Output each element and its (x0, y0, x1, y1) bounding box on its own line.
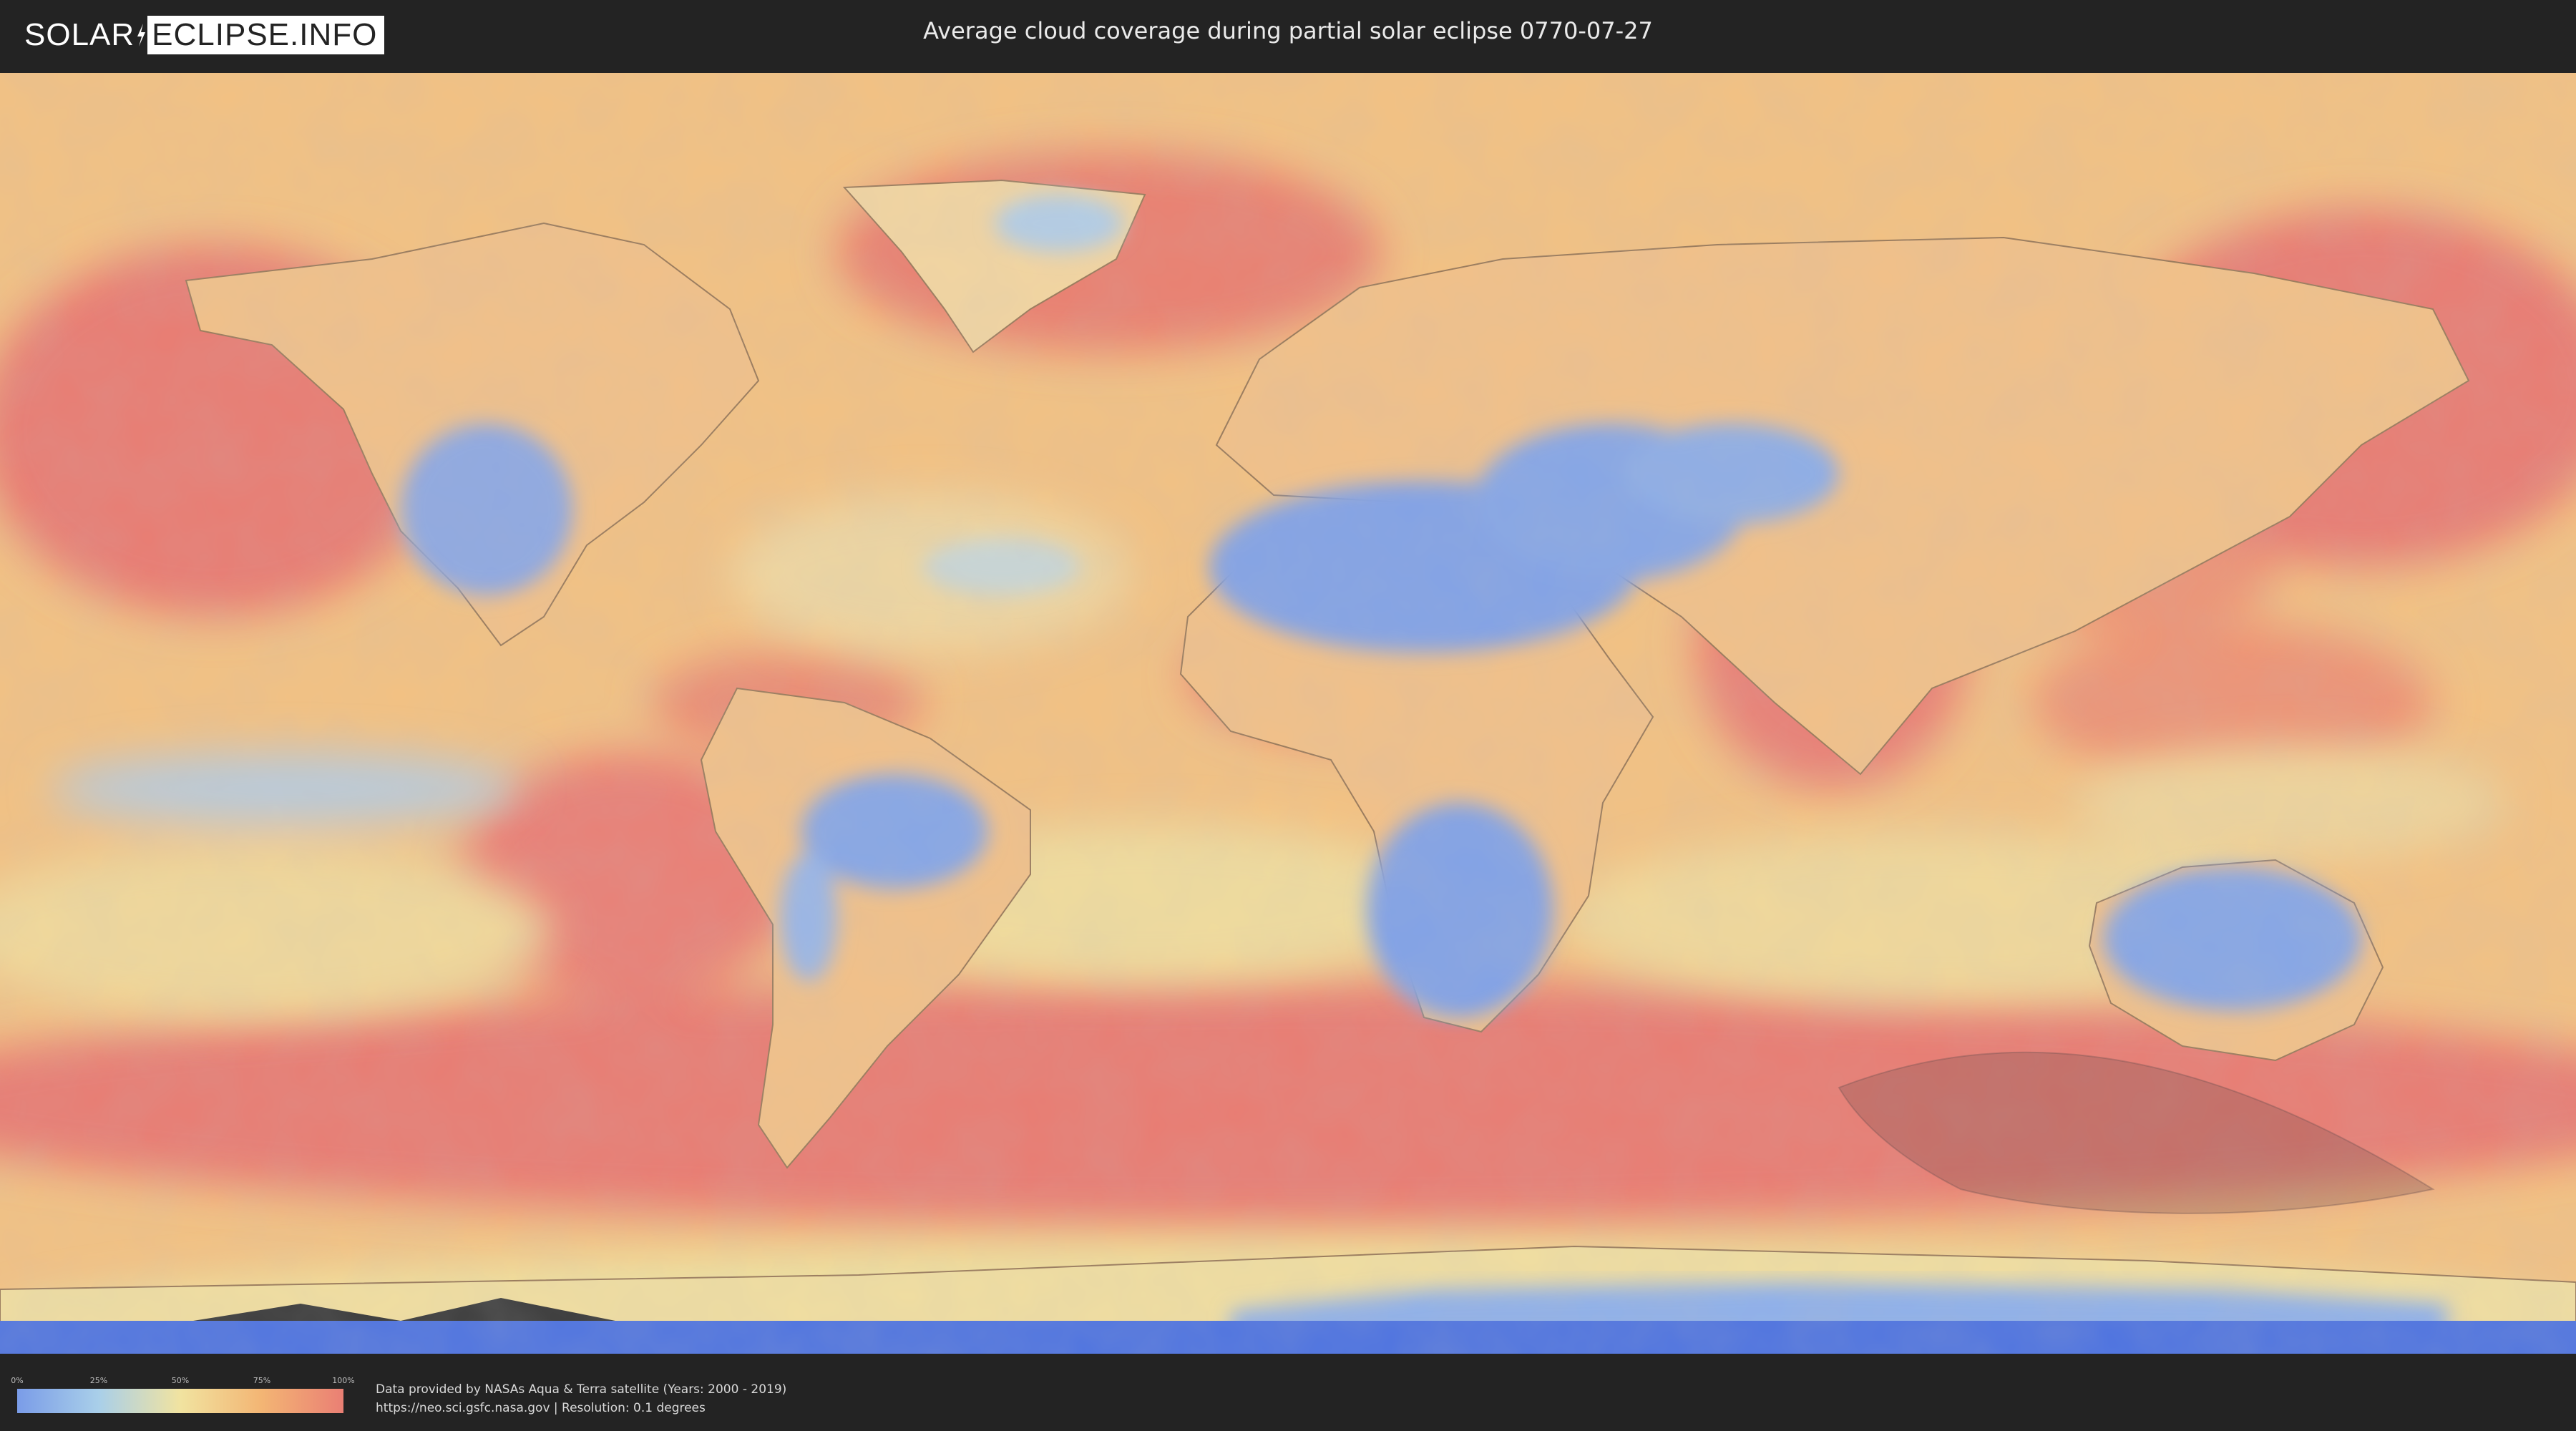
page-title: Average cloud coverage during partial so… (923, 17, 1653, 44)
legend-ticks: 0% 25% 50% 75% 100% (11, 1376, 354, 1389)
color-legend: 0% 25% 50% 75% 100% (11, 1376, 355, 1413)
legend-tick: 50% (171, 1376, 190, 1385)
cloud-coverage-map[interactable] (0, 73, 2576, 1354)
footer-bar: 0% 25% 50% 75% 100% Data provided by NAS… (0, 1356, 2576, 1431)
legend-tick: 100% (332, 1376, 355, 1385)
world-map-svg (0, 73, 2576, 1354)
credit-url-resolution: https://neo.sci.gsfc.nasa.gov | Resoluti… (376, 1401, 706, 1415)
legend-tick: 0% (11, 1376, 24, 1385)
data-credits: Data provided by NASAs Aqua & Terra sate… (376, 1380, 786, 1417)
legend-gradient-bar (17, 1389, 343, 1413)
legend-tick: 25% (89, 1376, 108, 1385)
header-bar: SOLAR ECLIPSE.INFO Average cloud coverag… (0, 0, 2576, 72)
legend-tick: 75% (253, 1376, 271, 1385)
credit-source: Data provided by NASAs Aqua & Terra sate… (376, 1382, 787, 1397)
